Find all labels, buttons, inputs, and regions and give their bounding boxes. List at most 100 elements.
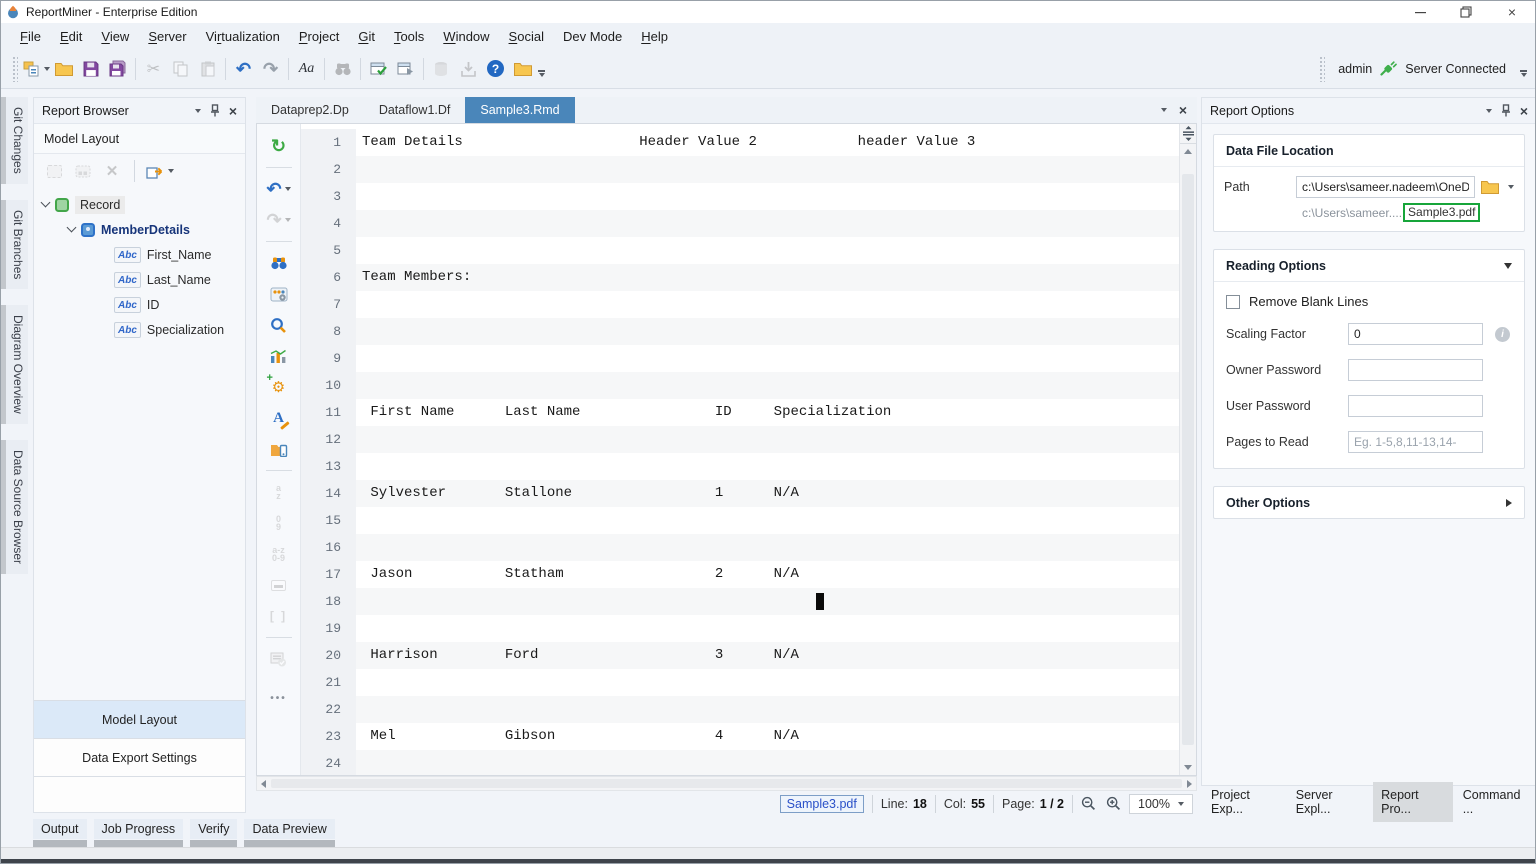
- path-input[interactable]: [1296, 176, 1475, 198]
- editor-line[interactable]: 13: [301, 453, 1179, 480]
- close-button[interactable]: ×: [1489, 1, 1535, 23]
- collapse-icon[interactable]: [1504, 263, 1512, 269]
- validate-window-button[interactable]: [365, 55, 392, 82]
- edit-field-button[interactable]: A: [266, 406, 292, 430]
- tool-window-tab[interactable]: Report Pro...: [1373, 782, 1453, 822]
- menu-item[interactable]: Edit: [51, 25, 91, 48]
- editor-line[interactable]: 11 First Name Last Name ID Specializatio…: [301, 399, 1179, 426]
- undo-button[interactable]: ↶: [230, 55, 257, 82]
- vertical-scrollbar[interactable]: [1179, 124, 1196, 775]
- editor-line[interactable]: 18: [301, 588, 1179, 615]
- more-button[interactable]: •••: [266, 686, 292, 710]
- user-name[interactable]: admin: [1338, 62, 1372, 76]
- font-button[interactable]: Aa: [293, 55, 320, 82]
- other-options-header[interactable]: Other Options: [1214, 487, 1524, 518]
- scroll-right-icon[interactable]: [1187, 780, 1192, 788]
- tree-label[interactable]: Last_Name: [147, 273, 211, 287]
- open-button[interactable]: [50, 55, 77, 82]
- editor-line[interactable]: 22: [301, 696, 1179, 723]
- brackets-button[interactable]: [ ]: [266, 604, 292, 628]
- find-button[interactable]: [329, 55, 356, 82]
- chevron-down-icon[interactable]: [67, 223, 77, 233]
- menu-item[interactable]: View: [92, 25, 138, 48]
- panel-menu-icon[interactable]: [195, 109, 201, 113]
- tree-label[interactable]: MemberDetails: [101, 223, 190, 237]
- scaling-factor-input[interactable]: [1348, 323, 1483, 345]
- scroll-down-icon[interactable]: [1180, 760, 1196, 775]
- expand-icon[interactable]: [1506, 499, 1512, 507]
- toolbar-right-overflow-icon[interactable]: [1520, 70, 1527, 77]
- paste-button[interactable]: [194, 55, 221, 82]
- editor-line[interactable]: 19: [301, 615, 1179, 642]
- save-button[interactable]: [77, 55, 104, 82]
- menu-item[interactable]: Project: [290, 25, 348, 48]
- tool-window-tab[interactable]: Job Progress: [94, 819, 184, 847]
- save-all-button[interactable]: [104, 55, 131, 82]
- editor-line[interactable]: 21: [301, 669, 1179, 696]
- toolbar-grip[interactable]: [12, 56, 18, 82]
- close-document-icon[interactable]: ×: [1179, 103, 1187, 117]
- editor-line[interactable]: 17 Jason Statham 2 N/A: [301, 561, 1179, 588]
- editor-line[interactable]: 8: [301, 318, 1179, 345]
- close-panel-icon[interactable]: ×: [229, 104, 237, 118]
- tree-label[interactable]: Record: [75, 196, 125, 214]
- zoom-in-button[interactable]: [1106, 796, 1121, 811]
- scroll-up-icon[interactable]: [1180, 144, 1196, 159]
- run-window-button[interactable]: [392, 55, 419, 82]
- auto-create-fields-button[interactable]: [266, 282, 292, 306]
- minimize-button[interactable]: [1397, 1, 1443, 23]
- tree-row[interactable]: Abc First_Name: [34, 242, 245, 267]
- add-region-button[interactable]: [43, 160, 65, 182]
- tree-label[interactable]: ID: [147, 298, 160, 312]
- side-tab[interactable]: Git Changes: [1, 97, 28, 184]
- toolbar-overflow-icon[interactable]: [538, 70, 545, 77]
- editor-line[interactable]: 24: [301, 750, 1179, 775]
- editor-line[interactable]: 12: [301, 426, 1179, 453]
- panel-menu-icon[interactable]: [1486, 109, 1492, 113]
- restore-button[interactable]: [1443, 1, 1489, 23]
- editor-line[interactable]: 6 Team Members:: [301, 264, 1179, 291]
- zoom-out-button[interactable]: [1081, 796, 1096, 811]
- document-tab[interactable]: Dataprep2.Dp: [256, 97, 364, 123]
- delete-node-button[interactable]: ✕: [101, 160, 123, 182]
- editor-line[interactable]: 2: [301, 156, 1179, 183]
- editor-line[interactable]: 10: [301, 372, 1179, 399]
- editor-line[interactable]: 20 Harrison Ford 3 N/A: [301, 642, 1179, 669]
- editor-line[interactable]: 4: [301, 210, 1179, 237]
- scrollbar-thumb[interactable]: [271, 779, 1182, 788]
- tree-label[interactable]: First_Name: [147, 248, 212, 262]
- zoom-dropdown-icon[interactable]: [1178, 802, 1184, 806]
- import-button[interactable]: [455, 55, 482, 82]
- tool-window-tab[interactable]: Output: [33, 819, 87, 847]
- add-fields-button[interactable]: [72, 160, 94, 182]
- sort-numeric-button[interactable]: 09: [266, 511, 292, 535]
- path-dropdown-icon[interactable]: [1508, 185, 1514, 189]
- tree-row[interactable]: MemberDetails: [34, 217, 245, 242]
- menu-item[interactable]: Dev Mode: [554, 25, 631, 48]
- editor-line[interactable]: 7: [301, 291, 1179, 318]
- zoom-level-control[interactable]: 100%: [1129, 794, 1193, 814]
- verify-fields-button[interactable]: [266, 647, 292, 671]
- publish-db-button[interactable]: [428, 55, 455, 82]
- remove-blank-lines-checkbox[interactable]: [1226, 295, 1240, 309]
- toolbar-grip[interactable]: [1319, 56, 1325, 82]
- menu-item[interactable]: Tools: [385, 25, 433, 48]
- pin-icon[interactable]: [1501, 104, 1511, 117]
- tool-window-tab[interactable]: Verify: [190, 819, 237, 847]
- model-settings-button[interactable]: ⚙+: [266, 375, 292, 399]
- editor-line[interactable]: 3: [301, 183, 1179, 210]
- editor-line[interactable]: 1 Team Details Header Value 2 header Val…: [301, 129, 1179, 156]
- tool-window-tab[interactable]: Command ...: [1455, 782, 1535, 822]
- menu-item[interactable]: File: [11, 25, 50, 48]
- find-in-report-button[interactable]: [266, 251, 292, 275]
- open-project-button[interactable]: [509, 55, 536, 82]
- redo-button[interactable]: ↷: [266, 208, 292, 232]
- splitter-handle-icon[interactable]: [1180, 124, 1196, 144]
- browse-folder-button[interactable]: [1481, 180, 1499, 194]
- scrollbar-thumb[interactable]: [1182, 174, 1194, 745]
- editor-line[interactable]: 15: [301, 507, 1179, 534]
- nav-data-export-button[interactable]: Data Export Settings: [34, 738, 245, 776]
- side-tab[interactable]: Diagram Overview: [1, 305, 28, 424]
- tool-window-tab[interactable]: Project Exp...: [1203, 782, 1286, 822]
- menu-item[interactable]: Virtualization: [197, 25, 289, 48]
